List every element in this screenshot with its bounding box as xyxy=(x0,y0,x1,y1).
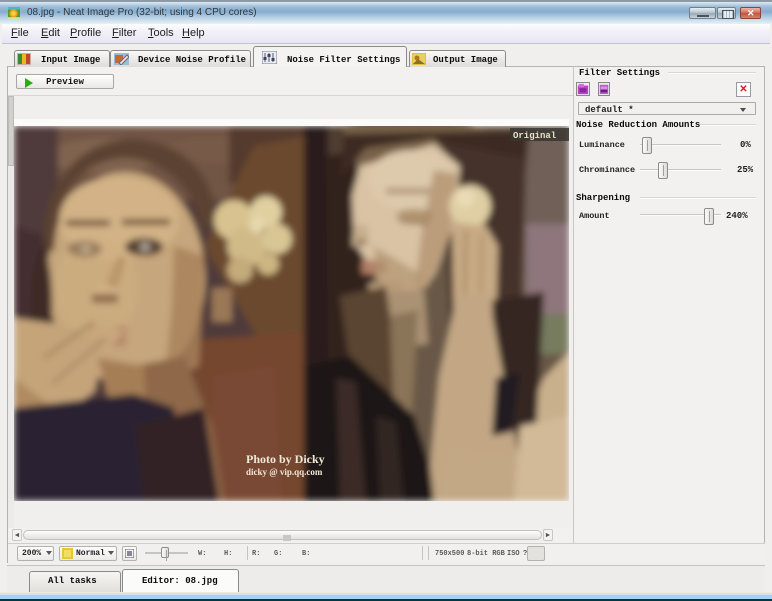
svg-text:dicky @ vip.qq.com: dicky @ vip.qq.com xyxy=(246,467,323,477)
svg-text:Original: Original xyxy=(513,131,557,141)
svg-text:Photo by Dicky: Photo by Dicky xyxy=(246,452,325,466)
